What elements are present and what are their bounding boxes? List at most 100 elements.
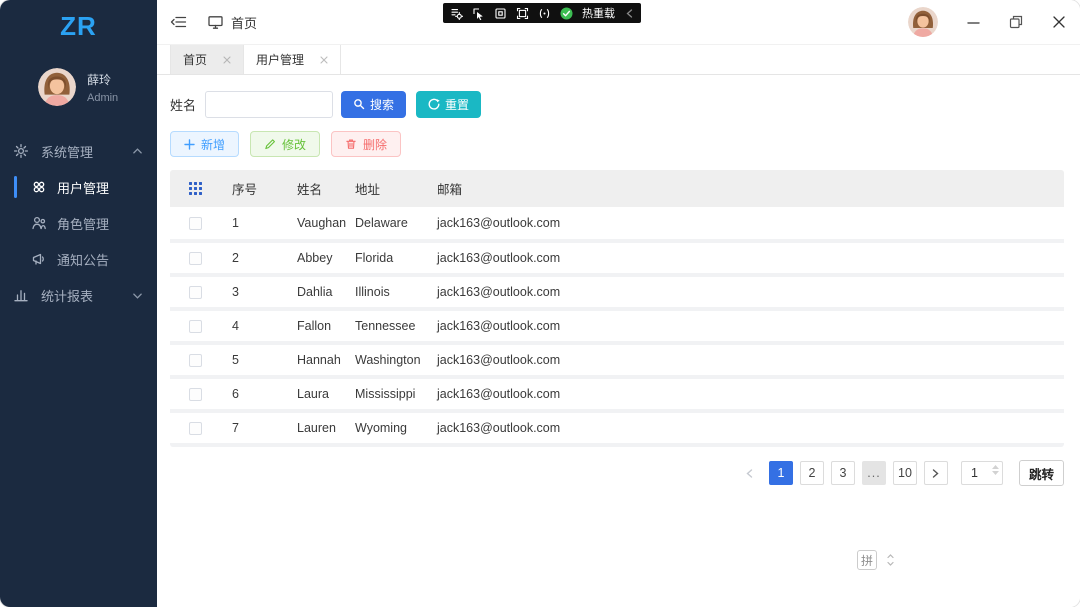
close-window-button[interactable] (1052, 15, 1066, 29)
close-icon[interactable] (223, 55, 231, 64)
ime-indicator[interactable]: 拼 (857, 550, 895, 570)
app-window: ZR 薛玲 Admin 系统管理 用户管理 角色管理 通知公告 统计报表 首页 … (0, 0, 1080, 607)
page-buttons: 1 2 3... 10 (768, 461, 917, 485)
sidebar-item-users[interactable]: 用户管理 (0, 169, 157, 205)
search-icon (353, 98, 365, 110)
col-header-address: 地址 (355, 183, 381, 197)
restore-window-button[interactable] (1009, 15, 1023, 29)
page-button[interactable]: 2 (799, 461, 824, 485)
select-widget-icon[interactable] (472, 7, 485, 20)
tab[interactable]: 首页 (170, 45, 245, 74)
cell-no: 1 (232, 216, 239, 230)
header-avatar[interactable] (908, 7, 938, 37)
delete-button[interactable]: 删除 (331, 131, 402, 157)
cell-email: jack163@outlook.com (437, 216, 561, 230)
table-panel: 序号 姓名 地址 邮箱 1 Vaughan Delaware jack163@o… (170, 170, 1064, 447)
cell-name: Fallon (297, 319, 332, 333)
row-checkbox[interactable] (189, 286, 202, 300)
performance-icon[interactable] (538, 7, 551, 20)
page-button[interactable]: 3 (830, 461, 855, 485)
chevron-down-icon (132, 290, 143, 301)
table-row[interactable]: 5 Hannah Washington jack163@outlook.com (170, 343, 1064, 377)
close-icon[interactable] (320, 55, 328, 64)
gear-icon (12, 143, 29, 159)
sidebar-item-label: 角色管理 (57, 216, 110, 232)
pencil-icon (264, 138, 276, 150)
main-content: 姓名 搜索 重置 新增 修改 删除 序号 姓名 地址 邮箱 1 Vaughan … (157, 76, 1080, 607)
row-checkbox[interactable] (189, 252, 202, 266)
row-checkbox[interactable] (189, 217, 202, 231)
transform-icon[interactable] (516, 7, 529, 20)
filter-row: 姓名 搜索 重置 (170, 90, 1064, 118)
sidebar-item-label: 用户管理 (57, 180, 110, 196)
cell-no: 2 (232, 251, 239, 265)
ime-mode-badge[interactable]: 拼 (857, 550, 877, 570)
hot-reload-label: 热重载 (582, 8, 615, 20)
sidebar-item-system[interactable]: 系统管理 (0, 133, 157, 169)
table-row[interactable]: 4 Fallon Tennessee jack163@outlook.com (170, 309, 1064, 343)
frame-bounds-icon[interactable] (494, 7, 507, 20)
row-checkbox[interactable] (189, 422, 202, 436)
next-page-button[interactable] (923, 461, 948, 485)
cell-address: Illinois (355, 285, 390, 299)
sidebar-item-notices[interactable]: 通知公告 (0, 241, 157, 277)
user-name: 薛玲 (87, 72, 112, 87)
page-button[interactable]: ... (861, 461, 886, 485)
cell-no: 5 (232, 353, 239, 367)
row-checkbox[interactable] (189, 388, 202, 402)
edit-button-label: 修改 (282, 137, 307, 152)
table-row[interactable]: 3 Dahlia Illinois jack163@outlook.com (170, 275, 1064, 309)
action-row: 新增 修改 删除 (170, 131, 1064, 157)
debug-paint-icon[interactable] (450, 7, 463, 20)
row-checkbox[interactable] (189, 354, 202, 368)
page-button[interactable]: 1 (768, 461, 793, 485)
name-filter-input[interactable] (205, 90, 334, 118)
cell-address: Tennessee (355, 319, 416, 333)
stepper-arrows-icon[interactable] (991, 465, 999, 475)
debug-toolbar: 热重载 (443, 3, 641, 23)
collapse-toolbar-icon[interactable] (625, 8, 634, 19)
cell-email: jack163@outlook.com (437, 387, 561, 401)
user-avatar[interactable] (38, 68, 76, 106)
app-logo: ZR (60, 11, 97, 41)
cell-address: Mississippi (355, 387, 416, 401)
ime-arrows-icon (886, 553, 895, 567)
add-button[interactable]: 新增 (170, 131, 240, 157)
table-row[interactable]: 7 Lauren Wyoming jack163@outlook.com (170, 411, 1064, 445)
minimize-button[interactable] (967, 16, 980, 29)
page-jump-field (960, 461, 1003, 485)
table-row[interactable]: 6 Laura Mississippi jack163@outlook.com (170, 377, 1064, 411)
tab[interactable]: 用户管理 (244, 45, 342, 74)
page-jump-button[interactable]: 跳转 (1018, 460, 1064, 486)
cell-address: Washington (355, 353, 421, 367)
collapse-sidebar-icon[interactable] (170, 14, 187, 30)
breadcrumb[interactable]: 首页 (231, 13, 257, 32)
cell-name: Abbey (297, 251, 333, 265)
sidebar-item-roles[interactable]: 角色管理 (0, 205, 157, 241)
cell-email: jack163@outlook.com (437, 251, 561, 265)
page-button[interactable]: 10 (892, 461, 917, 485)
users-icon (30, 179, 47, 195)
cell-email: jack163@outlook.com (437, 319, 561, 333)
prev-page-button[interactable] (738, 461, 762, 485)
reset-button[interactable]: 重置 (416, 90, 482, 118)
role-icon (30, 215, 47, 231)
edit-button[interactable]: 修改 (250, 131, 321, 157)
cell-address: Wyoming (355, 421, 407, 435)
cell-email: jack163@outlook.com (437, 353, 561, 367)
column-grid-icon[interactable] (189, 182, 232, 195)
sidebar-item-reports[interactable]: 统计报表 (0, 277, 157, 313)
monitor-icon[interactable] (207, 14, 224, 30)
table-row[interactable]: 2 Abbey Florida jack163@outlook.com (170, 241, 1064, 275)
row-checkbox[interactable] (189, 320, 202, 334)
cell-email: jack163@outlook.com (437, 421, 561, 435)
trash-icon (345, 138, 357, 150)
cell-name: Laura (297, 387, 329, 401)
hot-reload-icon[interactable] (560, 7, 573, 20)
table-row[interactable]: 1 Vaughan Delaware jack163@outlook.com (170, 207, 1064, 241)
search-button[interactable]: 搜索 (341, 90, 407, 118)
cell-no: 6 (232, 387, 239, 401)
cell-name: Lauren (297, 421, 336, 435)
refresh-icon (428, 98, 440, 110)
tab-bar: 首页 用户管理 (157, 45, 1080, 75)
